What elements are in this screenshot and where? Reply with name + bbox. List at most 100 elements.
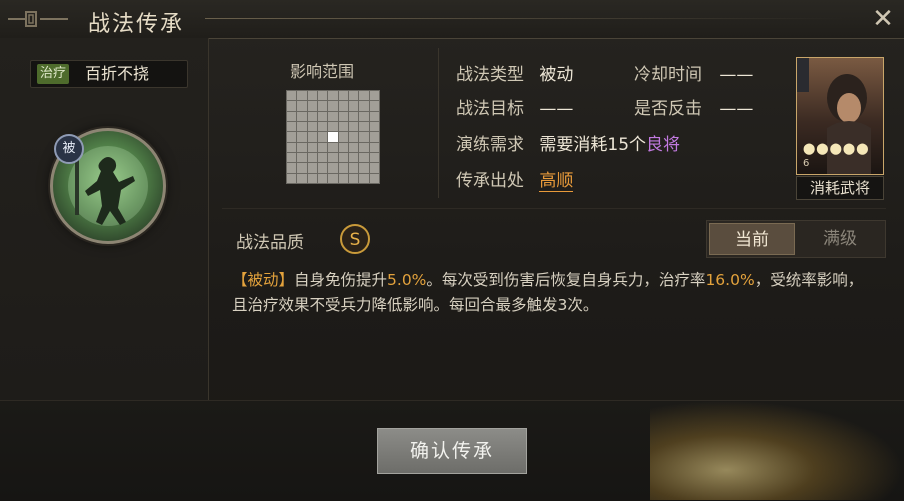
- card-cost-label: 消耗武将: [796, 176, 884, 200]
- range-cell: [307, 91, 317, 101]
- range-cell: [369, 152, 379, 163]
- range-cell: [369, 163, 379, 173]
- range-cell: [307, 132, 317, 142]
- range-cell: [369, 111, 379, 121]
- general-card[interactable]: ⬤⬤⬤⬤⬤ 6: [796, 57, 884, 175]
- range-cell: [369, 101, 379, 111]
- section-divider: [222, 208, 886, 209]
- range-cell: [297, 173, 307, 183]
- counter-label: 是否反击: [634, 99, 702, 119]
- range-cell: [287, 152, 297, 163]
- desc-num1: 5.0%: [387, 271, 427, 289]
- range-cell: [307, 163, 317, 173]
- req-count: 15: [607, 135, 630, 155]
- range-cell: [338, 173, 348, 183]
- range-cell: [328, 173, 338, 183]
- req-label: 演练需求: [456, 135, 524, 155]
- range-cell: [338, 101, 348, 111]
- range-cell: [328, 91, 338, 101]
- skill-inherit-dialog: 战法传承 ✕ 治疗 百折不挠 被 影响范围 战法类型 被动 冷却时间 —— 战法…: [0, 0, 904, 501]
- range-cell: [369, 121, 379, 132]
- range-cell: [317, 163, 328, 173]
- tab-max-level[interactable]: 满级: [797, 223, 883, 255]
- counter-value: ——: [719, 99, 754, 119]
- range-cell: [348, 152, 359, 163]
- range-cell: [338, 121, 348, 132]
- type-value: 被动: [539, 65, 574, 85]
- range-cell: [317, 152, 328, 163]
- range-cell: [317, 121, 328, 132]
- requirement-row: 演练需求 需要消耗15个良将: [456, 130, 680, 155]
- skill-description: 【被动】自身免伤提升5.0%。每次受到伤害后恢复自身兵力，治疗率16.0%，受统…: [232, 268, 872, 318]
- source-general-link[interactable]: 高顺: [539, 171, 574, 192]
- range-cell: [348, 173, 359, 183]
- range-cell: [317, 111, 328, 121]
- range-cell: [359, 173, 369, 183]
- range-cell: [359, 163, 369, 173]
- type-row: 战法类型 被动: [456, 60, 573, 85]
- ornament-icon: [8, 11, 68, 27]
- range-cell: [317, 173, 328, 183]
- range-grid: [286, 90, 380, 184]
- range-cell: [338, 132, 348, 142]
- range-cell: [348, 142, 359, 152]
- range-cell: [348, 132, 359, 142]
- range-cell: [297, 163, 307, 173]
- cooldown-label: 冷却时间: [634, 65, 702, 85]
- range-cell: [359, 132, 369, 142]
- source-row: 传承出处 高顺: [456, 166, 574, 192]
- desc-num2: 16.0%: [705, 271, 755, 289]
- range-cell: [328, 111, 338, 121]
- range-cell: [307, 142, 317, 152]
- quality-grade-badge: S: [340, 224, 370, 254]
- confirm-inherit-button[interactable]: 确认传承: [377, 428, 527, 474]
- range-cell: [328, 142, 338, 152]
- range-cell: [348, 91, 359, 101]
- range-cell: [317, 142, 328, 152]
- range-cell: [328, 163, 338, 173]
- cooldown-value: ——: [719, 65, 754, 85]
- title-divider: [205, 18, 845, 19]
- range-cell: [348, 111, 359, 121]
- source-label: 传承出处: [456, 171, 524, 191]
- range-cell: [287, 91, 297, 101]
- range-cell: [338, 91, 348, 101]
- range-cell: [317, 91, 328, 101]
- range-cell: [297, 111, 307, 121]
- range-cell-center: [328, 132, 338, 142]
- divider: [438, 48, 439, 198]
- level-tabs: 当前 满级: [706, 220, 886, 258]
- range-cell: [369, 142, 379, 152]
- dialog-title: 战法传承: [88, 12, 185, 37]
- card-level: 6: [803, 158, 810, 169]
- card-stars: ⬤⬤⬤⬤⬤: [803, 142, 870, 155]
- range-cell: [287, 142, 297, 152]
- range-cell: [287, 121, 297, 132]
- close-icon[interactable]: ✕: [868, 4, 898, 34]
- range-cell: [359, 111, 369, 121]
- range-cell: [359, 121, 369, 132]
- range-cell: [359, 152, 369, 163]
- range-cell: [338, 163, 348, 173]
- counter-row: 是否反击 ——: [634, 94, 753, 119]
- range-cell: [369, 132, 379, 142]
- skill-name: 百折不挠: [85, 64, 150, 83]
- range-cell: [359, 142, 369, 152]
- req-prefix: 需要消耗: [539, 135, 608, 155]
- tab-current[interactable]: 当前: [709, 223, 795, 255]
- range-cell: [328, 121, 338, 132]
- range-cell: [297, 142, 307, 152]
- desc-part2: 。每次受到伤害后恢复自身兵力，治疗率: [426, 271, 706, 289]
- req-unit: 个: [629, 135, 647, 155]
- range-cell: [328, 101, 338, 111]
- general-portrait-icon: [797, 58, 871, 174]
- target-value: ——: [539, 99, 574, 119]
- range-cell: [369, 91, 379, 101]
- watermark-glow: [650, 400, 904, 500]
- skill-name-box: 治疗 百折不挠: [30, 60, 188, 88]
- type-label: 战法类型: [456, 65, 524, 85]
- target-label: 战法目标: [456, 99, 524, 119]
- range-cell: [338, 142, 348, 152]
- range-cell: [338, 152, 348, 163]
- desc-tag: 【被动】: [232, 271, 295, 289]
